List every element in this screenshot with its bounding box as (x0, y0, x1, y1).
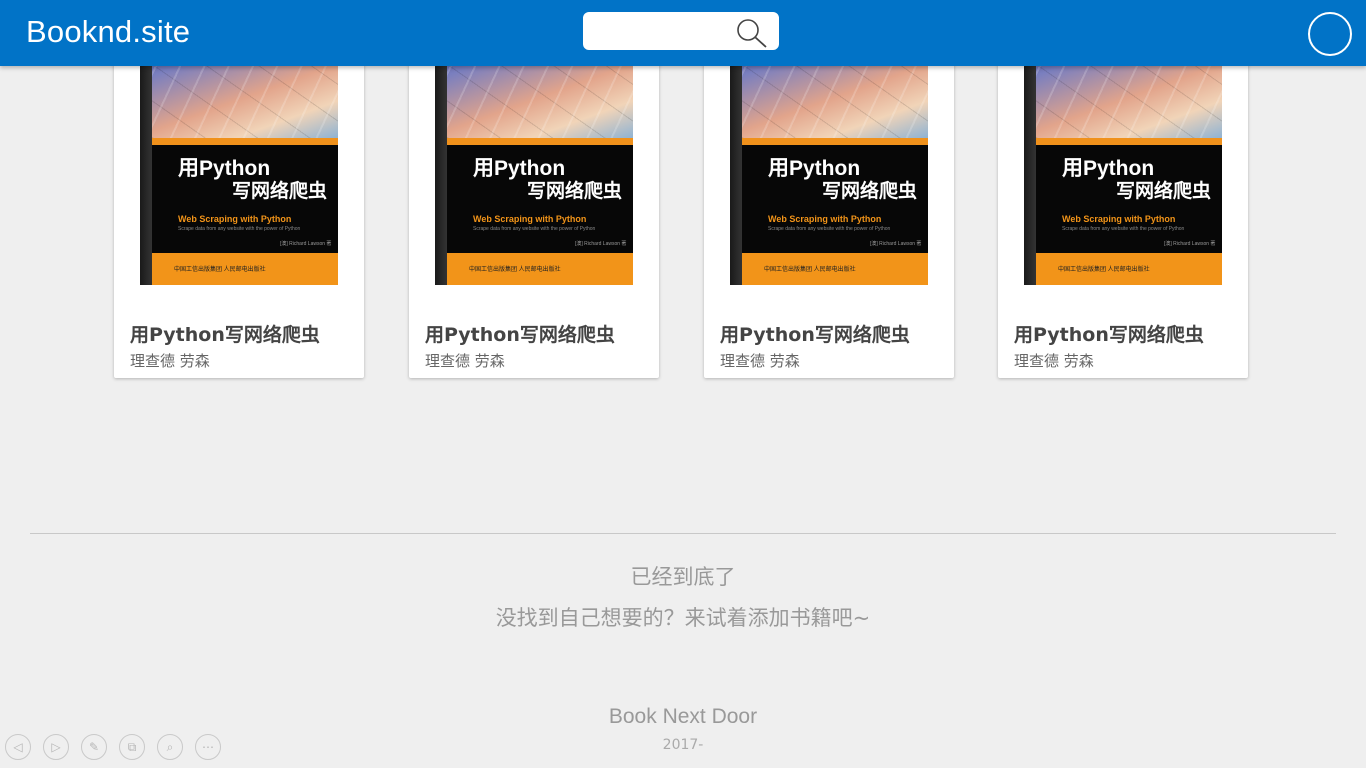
cover-title-line2: 写网络爬虫 (232, 181, 328, 202)
book-author: 理查德 劳森 (425, 352, 505, 370)
user-avatar-icon[interactable] (1308, 12, 1352, 56)
book-card[interactable]: 用Python 写网络爬虫 Web Scraping with Python S… (998, 20, 1248, 378)
site-logo[interactable]: Booknd.site (26, 14, 190, 50)
book-author: 理查德 劳森 (1014, 352, 1094, 370)
cover-band (447, 138, 633, 145)
footer-title: Book Next Door (608, 705, 758, 728)
cover-publisher: 中国工信出版集团 人民邮电出版社 (1058, 267, 1150, 273)
cover-author: [澳] Richard Lawson 著 (280, 241, 332, 247)
cover-tagline: Scrape data from any website with the po… (473, 226, 596, 232)
search-input[interactable] (593, 14, 747, 50)
book-title[interactable]: 用Python写网络爬虫 (1014, 320, 1204, 347)
book-title[interactable]: 用Python写网络爬虫 (130, 320, 320, 347)
more-icon[interactable]: ⋯ (195, 734, 221, 760)
cover-title-line2: 写网络爬虫 (822, 181, 918, 202)
book-card[interactable]: 用Python 写网络爬虫 Web Scraping with Python S… (409, 20, 659, 378)
cover-band (742, 138, 928, 145)
arrow-left-icon[interactable]: ◁ (5, 734, 31, 760)
cover-publisher: 中国工信出版集团 人民邮电出版社 (469, 267, 561, 273)
add-book-hint[interactable]: 没找到自己想要的？来试着添加书籍吧~ (0, 602, 1366, 632)
cover-band (152, 138, 338, 145)
divider (30, 533, 1336, 534)
cover-title-line2: 写网络爬虫 (1116, 181, 1212, 202)
cover-subtitle: Web Scraping with Python (768, 214, 882, 224)
book-title[interactable]: 用Python写网络爬虫 (720, 320, 910, 347)
top-bar: Booknd.site (0, 0, 1366, 66)
cover-subtitle: Web Scraping with Python (1062, 214, 1176, 224)
cover-publisher: 中国工信出版集团 人民邮电出版社 (174, 267, 266, 273)
cover-band (1036, 138, 1222, 145)
book-card[interactable]: 用Python 写网络爬虫 Web Scraping with Python S… (114, 20, 364, 378)
cover-tagline: Scrape data from any website with the po… (1062, 226, 1185, 232)
pen-icon[interactable]: ✎ (81, 734, 107, 760)
book-card[interactable]: 用Python 写网络爬虫 Web Scraping with Python S… (704, 20, 954, 378)
zoom-icon[interactable]: ⌕ (157, 734, 183, 760)
cover-tagline: Scrape data from any website with the po… (768, 226, 891, 232)
cover-author: [澳] Richard Lawson 著 (870, 241, 922, 247)
book-author: 理查德 劳森 (130, 352, 210, 370)
cover-subtitle: Web Scraping with Python (473, 214, 587, 224)
book-author: 理查德 劳森 (720, 352, 800, 370)
cover-tagline: Scrape data from any website with the po… (178, 226, 301, 232)
search-icon[interactable] (735, 17, 769, 49)
cover-subtitle: Web Scraping with Python (178, 214, 292, 224)
end-of-list-message: 已经到底了 (630, 565, 736, 589)
search-box[interactable] (583, 12, 779, 50)
cover-author: [澳] Richard Lawson 著 (1164, 241, 1216, 247)
book-title[interactable]: 用Python写网络爬虫 (425, 320, 615, 347)
cover-publisher: 中国工信出版集团 人民邮电出版社 (764, 267, 856, 273)
arrow-right-icon[interactable]: ▷ (43, 734, 69, 760)
copy-icon[interactable]: ⧉ (119, 734, 145, 760)
cover-author: [澳] Richard Lawson 著 (575, 241, 627, 247)
cover-title-line2: 写网络爬虫 (527, 181, 623, 202)
